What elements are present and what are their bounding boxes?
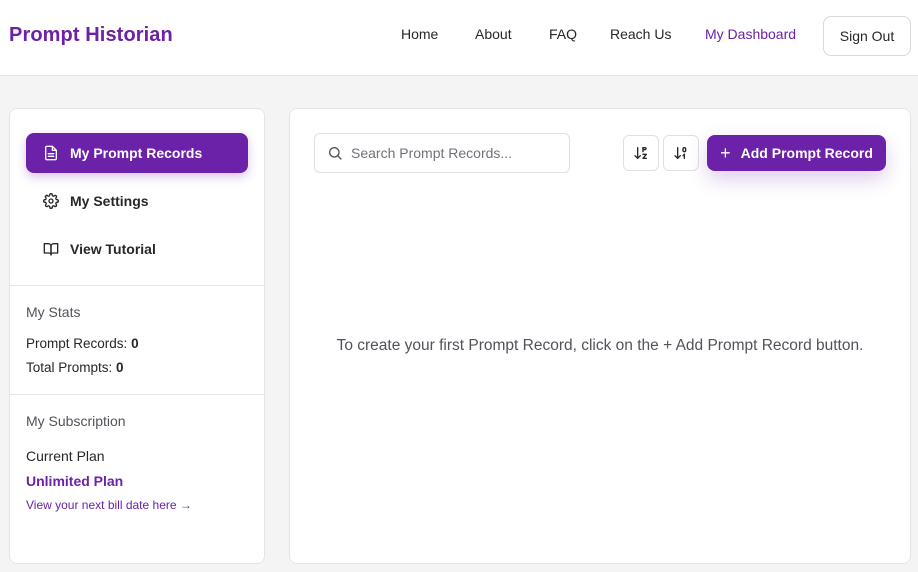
brand-logo[interactable]: Prompt Historian (9, 24, 173, 47)
stat-prompt-records: Prompt Records: 0 (26, 336, 139, 351)
plan-name: Unlimited Plan (26, 473, 124, 489)
sidebar-divider (10, 285, 264, 286)
stat-total-prompts: Total Prompts: 0 (26, 360, 124, 375)
stats-title: My Stats (26, 304, 81, 320)
sidebar-item-label: View Tutorial (70, 241, 156, 257)
sort-descending-icon (673, 145, 689, 161)
sidebar-item-my-settings[interactable]: My Settings (26, 181, 248, 221)
nav-faq[interactable]: FAQ (549, 26, 577, 42)
subscription-title: My Subscription (26, 413, 126, 429)
nav-reach-us[interactable]: Reach Us (610, 26, 671, 42)
sidebar-item-label: My Prompt Records (70, 145, 203, 161)
document-icon (42, 144, 60, 162)
sort-ascending-icon (633, 145, 649, 161)
stat-label: Total Prompts: (26, 360, 113, 375)
next-bill-link[interactable]: View your next bill date here → (26, 498, 192, 512)
main-panel: + Add Prompt Record To create your first… (289, 108, 911, 564)
add-button-label: Add Prompt Record (740, 145, 873, 161)
search-icon (327, 145, 343, 161)
top-header: Prompt Historian Home About FAQ Reach Us… (0, 0, 918, 76)
stat-value: 0 (131, 336, 139, 351)
sidebar: My Prompt Records My Settings View Tutor… (9, 108, 265, 564)
sign-out-button[interactable]: Sign Out (823, 16, 911, 56)
sidebar-item-label: My Settings (70, 193, 149, 209)
stat-value: 0 (116, 360, 124, 375)
book-icon (42, 240, 60, 258)
stat-label: Prompt Records: (26, 336, 128, 351)
nav-my-dashboard[interactable]: My Dashboard (705, 26, 796, 42)
nav-home[interactable]: Home (401, 26, 438, 42)
add-prompt-record-button[interactable]: + Add Prompt Record (707, 135, 886, 171)
current-plan-label: Current Plan (26, 448, 105, 464)
sidebar-divider (10, 394, 264, 395)
empty-state-message: To create your first Prompt Record, clic… (336, 337, 864, 354)
sidebar-item-view-tutorial[interactable]: View Tutorial (26, 229, 248, 269)
search-box (314, 133, 570, 173)
gear-icon (42, 192, 60, 210)
sidebar-item-my-prompt-records[interactable]: My Prompt Records (26, 133, 248, 173)
nav-about[interactable]: About (475, 26, 512, 42)
search-input[interactable] (351, 145, 551, 161)
sort-ascending-button[interactable] (623, 135, 659, 171)
plus-icon: + (720, 143, 731, 163)
sort-descending-button[interactable] (663, 135, 699, 171)
